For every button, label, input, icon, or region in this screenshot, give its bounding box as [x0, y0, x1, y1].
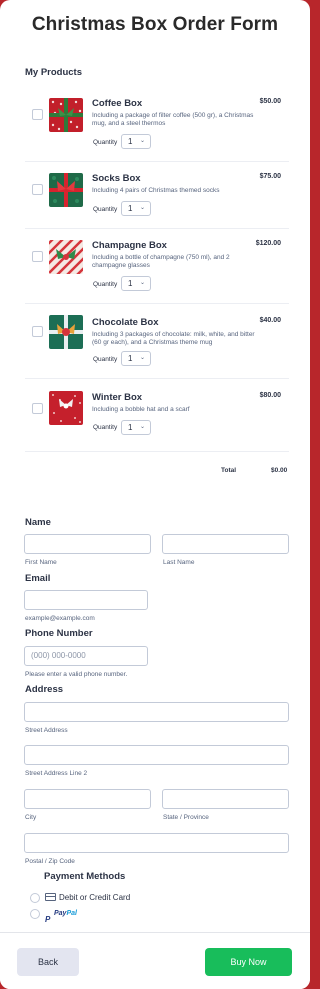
- phone-input[interactable]: (000) 000-0000: [24, 646, 148, 666]
- phone-label: Phone Number: [25, 628, 93, 639]
- paypal-label-pay: Pay: [54, 910, 67, 917]
- chevron-down-icon: ⌄: [139, 138, 145, 144]
- paypal-label: PayPal: [54, 910, 77, 917]
- paypal-label-pal: Pal: [66, 910, 77, 917]
- last-name-sublabel: Last Name: [163, 559, 195, 566]
- payment-paypal-radio[interactable]: [30, 909, 40, 919]
- product-description: Including a package of filter coffee (50…: [92, 112, 254, 127]
- street-address-sublabel: Street Address: [25, 727, 68, 734]
- gift-green-gold-bow-icon: [49, 315, 83, 349]
- email-input[interactable]: [24, 590, 148, 610]
- quantity-select[interactable]: 1 ⌄: [121, 201, 151, 216]
- first-name-input[interactable]: [24, 534, 151, 554]
- quantity-label: Quantity: [93, 281, 118, 288]
- product-price: $40.00: [259, 317, 281, 324]
- product-name: Coffee Box: [92, 98, 143, 109]
- city-sublabel: City: [25, 814, 37, 821]
- state-sublabel: State / Province: [163, 814, 209, 821]
- postal-code-input[interactable]: [24, 833, 289, 853]
- name-label: Name: [25, 517, 51, 528]
- payment-card-radio[interactable]: [30, 893, 40, 903]
- buy-now-button[interactable]: Buy Now: [205, 948, 292, 976]
- email-sublabel: example@example.com: [25, 615, 95, 622]
- street-address-line2-sublabel: Street Address Line 2: [25, 770, 88, 777]
- product-description: Including 3 packages of chocolate: milk,…: [92, 331, 255, 346]
- product-price: $50.00: [259, 98, 281, 105]
- quantity-label: Quantity: [93, 356, 118, 363]
- product-row-coffee-box: Coffee Box $50.00 Including a package of…: [25, 88, 289, 162]
- quantity-label: Quantity: [93, 206, 118, 213]
- product-checkbox[interactable]: [32, 184, 43, 195]
- credit-card-icon: [45, 893, 56, 901]
- chevron-down-icon: ⌄: [139, 280, 145, 286]
- payment-methods-label: Payment Methods: [44, 871, 126, 882]
- paypal-logo-icon: P: [45, 915, 51, 924]
- product-description: Including 4 pairs of Christmas themed so…: [92, 187, 220, 194]
- first-name-sublabel: First Name: [25, 559, 57, 566]
- product-row-winter-box: Winter Box $80.00 Including a bobble hat…: [25, 380, 289, 452]
- chevron-down-icon: ⌄: [139, 424, 145, 430]
- last-name-input[interactable]: [162, 534, 289, 554]
- quantity-value: 1: [128, 279, 133, 288]
- product-checkbox[interactable]: [32, 326, 43, 337]
- form-footer: Back Buy Now: [0, 932, 310, 989]
- product-description: Including a bottle of champagne (750 ml)…: [92, 254, 230, 269]
- state-input[interactable]: [162, 789, 289, 809]
- total-value: $0.00: [271, 467, 288, 474]
- gift-polka-red-icon: [49, 98, 83, 132]
- chevron-down-icon: ⌄: [139, 355, 145, 361]
- total-label: Total: [221, 467, 237, 474]
- form-title: Christmas Box Order Form: [31, 14, 279, 35]
- postal-code-sublabel: Postal / Zip Code: [25, 858, 75, 865]
- gift-green-red-bow-icon: [49, 173, 83, 207]
- product-checkbox[interactable]: [32, 251, 43, 262]
- back-button[interactable]: Back: [17, 948, 79, 976]
- product-checkbox[interactable]: [32, 403, 43, 414]
- product-price: $75.00: [259, 173, 281, 180]
- quantity-select[interactable]: 1 ⌄: [121, 134, 151, 149]
- chevron-down-icon: ⌄: [139, 205, 145, 211]
- quantity-value: 1: [128, 354, 133, 363]
- product-name: Chocolate Box: [92, 317, 159, 328]
- quantity-label: Quantity: [93, 139, 118, 146]
- quantity-value: 1: [128, 137, 133, 146]
- order-form-card: Christmas Box Order Form My Products Cof…: [0, 0, 310, 989]
- quantity-value: 1: [128, 423, 133, 432]
- product-row-socks-box: Socks Box $75.00 Including 4 pairs of Ch…: [25, 163, 289, 229]
- quantity-select[interactable]: 1 ⌄: [121, 351, 151, 366]
- product-name: Winter Box: [92, 392, 143, 403]
- city-input[interactable]: [24, 789, 151, 809]
- product-price: $80.00: [259, 392, 281, 399]
- quantity-value: 1: [128, 204, 133, 213]
- product-row-champagne-box: Champagne Box $120.00 Including a bottle…: [25, 230, 289, 304]
- gift-red-dots-icon: [49, 391, 83, 425]
- product-name: Champagne Box: [92, 240, 167, 251]
- products-section-label: My Products: [25, 67, 83, 78]
- product-checkbox[interactable]: [32, 109, 43, 120]
- product-description: Including a bobble hat and a scarf: [92, 406, 190, 413]
- email-label: Email: [25, 573, 51, 584]
- street-address-input[interactable]: [24, 702, 289, 722]
- product-row-chocolate-box: Chocolate Box $40.00 Including 3 package…: [25, 305, 289, 379]
- address-label: Address: [25, 684, 64, 695]
- gift-striped-icon: [49, 240, 83, 274]
- product-price: $120.00: [255, 240, 281, 247]
- quantity-select[interactable]: 1 ⌄: [121, 420, 151, 435]
- payment-card-label: Debit or Credit Card: [59, 893, 131, 902]
- product-name: Socks Box: [92, 173, 141, 184]
- phone-sublabel: Please enter a valid phone number.: [25, 671, 128, 678]
- street-address-line2-input[interactable]: [24, 745, 289, 765]
- quantity-select[interactable]: 1 ⌄: [121, 276, 151, 291]
- quantity-label: Quantity: [93, 424, 118, 431]
